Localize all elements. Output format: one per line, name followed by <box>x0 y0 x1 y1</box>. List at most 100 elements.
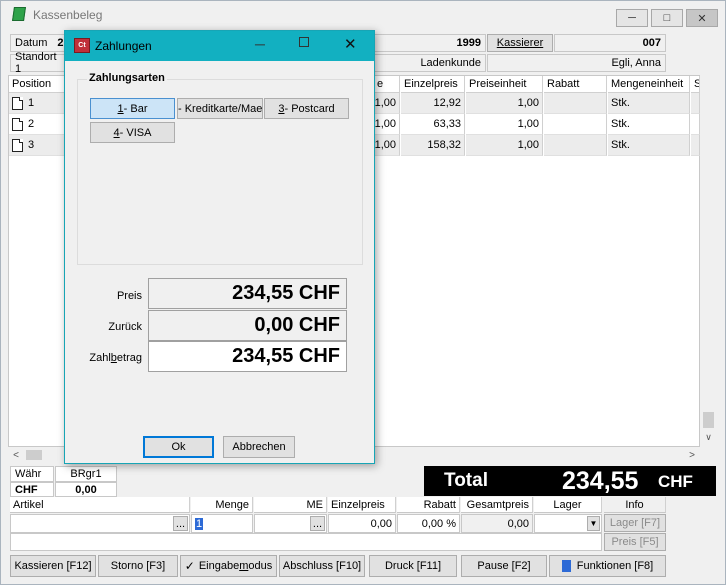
row-s[interactable] <box>691 93 700 114</box>
standort-label: Standort 1 <box>15 51 57 75</box>
rabatt-input[interactable]: 0,00 % <box>397 514 460 533</box>
maximize-button[interactable]: □ <box>651 9 683 27</box>
artikel-input[interactable]: ... <box>10 514 190 533</box>
me-input[interactable]: ... <box>254 514 327 533</box>
entry-header-einzelpreis: Einzelpreis <box>328 497 396 513</box>
abbrechen-button[interactable]: Abbrechen <box>223 436 295 458</box>
vertical-scrollbar[interactable]: ∨ <box>700 76 716 447</box>
zahlbetrag-input[interactable]: 234,55 CHF <box>148 341 347 372</box>
eingabemodus-label-b: m <box>239 560 249 572</box>
row-einheit[interactable]: Stk. <box>608 135 690 156</box>
gesamtpreis-value: 0,00 <box>507 517 529 530</box>
total-display: Total 234,55 CHF <box>424 466 716 496</box>
entry-header-menge: Menge <box>191 497 253 513</box>
chevron-down-icon[interactable]: ∨ <box>703 431 714 443</box>
ok-button[interactable]: Ok <box>143 436 214 458</box>
abschluss-button[interactable]: Abschluss [F10] <box>279 555 365 577</box>
me-lookup-button[interactable]: ... <box>310 516 325 531</box>
payment-method-postcard[interactable]: 3 - Postcard <box>264 98 349 119</box>
chevron-right-icon[interactable]: > <box>686 449 698 461</box>
kassierer-field: 007 <box>554 34 666 52</box>
kassieren-button[interactable]: Kassieren [F12] <box>10 555 96 577</box>
column-header-preiseinheit[interactable]: Preiseinheit <box>466 76 543 93</box>
column-header-einzelpreis[interactable]: Einzelpreis <box>401 76 465 93</box>
payment-label: - Postcard <box>284 102 335 115</box>
document-icon <box>12 117 23 131</box>
row-menge[interactable]: 1,00 <box>374 135 400 156</box>
kassierer-button[interactable]: Kassierer <box>487 34 553 52</box>
ladenkunde-label: Ladenkunde <box>420 57 481 69</box>
notes-field[interactable] <box>10 533 602 551</box>
payment-method-visa[interactable]: 4 - VISA <box>90 122 175 143</box>
preis-button[interactable]: Preis [F5] <box>604 533 666 551</box>
column-header-s[interactable]: S <box>691 76 700 93</box>
preis-button-label: Preis [F5] <box>611 536 659 548</box>
row-position: 3 <box>28 139 35 151</box>
row-einzelpreis[interactable]: 63,33 <box>401 114 465 135</box>
cell-value: 1,00 <box>517 139 539 151</box>
row-einheit[interactable]: Stk. <box>608 114 690 135</box>
scrollbar-thumb[interactable] <box>703 412 714 428</box>
cell-value: 1,00 <box>374 97 396 109</box>
artikel-lookup-button[interactable]: ... <box>173 516 188 531</box>
row-preiseinheit[interactable]: 1,00 <box>466 93 543 114</box>
eingabemodus-button[interactable]: ✓ Eingabemodus <box>180 555 277 577</box>
zahlungsarten-title: Zahlungsarten <box>87 72 167 84</box>
row-s[interactable] <box>691 135 700 156</box>
einzelpreis-input[interactable]: 0,00 <box>328 514 396 533</box>
close-button[interactable]: ✕ <box>686 9 718 27</box>
minimize-button[interactable]: ─ <box>616 9 648 27</box>
cell-value: 63,33 <box>433 118 461 130</box>
zahlbetrag-label: Zahl b etrag <box>75 343 142 373</box>
row-einheit[interactable]: Stk. <box>608 93 690 114</box>
total-currency: CHF <box>658 472 693 491</box>
eingabemodus-label-a: Eingabe <box>198 560 240 572</box>
row-preiseinheit[interactable]: 1,00 <box>466 135 543 156</box>
dialog-close-icon[interactable]: ✕ <box>344 35 357 53</box>
chevron-left-icon[interactable]: < <box>10 449 22 461</box>
pause-button[interactable]: Pause [F2] <box>461 555 547 577</box>
table-row[interactable]: 2 <box>9 114 65 135</box>
column-header-label: Position <box>12 78 52 90</box>
payment-method-bar[interactable]: 1 - Bar <box>90 98 175 119</box>
zahlbetrag-label-c: etrag <box>116 352 142 364</box>
row-s[interactable] <box>691 114 700 135</box>
scrollbar-thumb[interactable] <box>26 450 42 460</box>
entry-header-label: Rabatt <box>423 498 456 511</box>
row-einzelpreis[interactable]: 12,92 <box>401 93 465 114</box>
row-einzelpreis[interactable]: 158,32 <box>401 135 465 156</box>
preis-label: Preis <box>116 290 142 302</box>
datum-field[interactable]: Datum 2 <box>10 34 70 52</box>
chevron-down-icon[interactable]: ▼ <box>587 516 600 531</box>
standort-field[interactable]: Standort 1 <box>10 51 66 75</box>
row-menge[interactable]: 1,00 <box>374 114 400 135</box>
table-row[interactable]: 3 <box>9 135 65 156</box>
dialog-maximize-icon[interactable] <box>299 37 309 47</box>
druck-button[interactable]: Druck [F11] <box>369 555 457 577</box>
storno-button[interactable]: Storno [F3] <box>98 555 178 577</box>
payment-label: - VISA <box>119 126 152 139</box>
lager-button[interactable]: Lager [F7] <box>604 514 666 532</box>
column-header-position[interactable]: Position <box>9 76 65 93</box>
table-row[interactable]: 1 <box>9 93 65 114</box>
row-menge[interactable]: 1,00 <box>374 93 400 114</box>
row-preiseinheit[interactable]: 1,00 <box>466 114 543 135</box>
zahlbetrag-label-a: Zahl <box>89 352 111 364</box>
row-rabatt[interactable] <box>544 93 607 114</box>
column-header-menge[interactable]: e <box>374 76 400 93</box>
menge-input[interactable]: 1 <box>191 514 253 533</box>
entry-header-label: Lager <box>553 498 582 511</box>
row-position: 2 <box>28 118 35 130</box>
row-rabatt[interactable] <box>544 114 607 135</box>
rabatt-value: 0,00 % <box>421 517 456 530</box>
row-rabatt[interactable] <box>544 135 607 156</box>
dialog-minimize-icon[interactable]: ─ <box>255 36 265 52</box>
column-header-mengeneinheit[interactable]: Mengeneinheit <box>608 76 690 93</box>
column-header-rabatt[interactable]: Rabatt <box>544 76 607 93</box>
payment-method-kreditkarte[interactable]: - Kreditkarte/Maestro <box>177 98 263 119</box>
zurueck-amount: 0,00 CHF <box>148 310 347 341</box>
lager-select[interactable]: ▼ <box>534 514 602 533</box>
customer-field[interactable]: Egli, Anna <box>487 54 666 72</box>
funktionen-button[interactable]: Funktionen [F8] <box>549 555 666 577</box>
preis-amount: 234,55 CHF <box>148 278 347 309</box>
